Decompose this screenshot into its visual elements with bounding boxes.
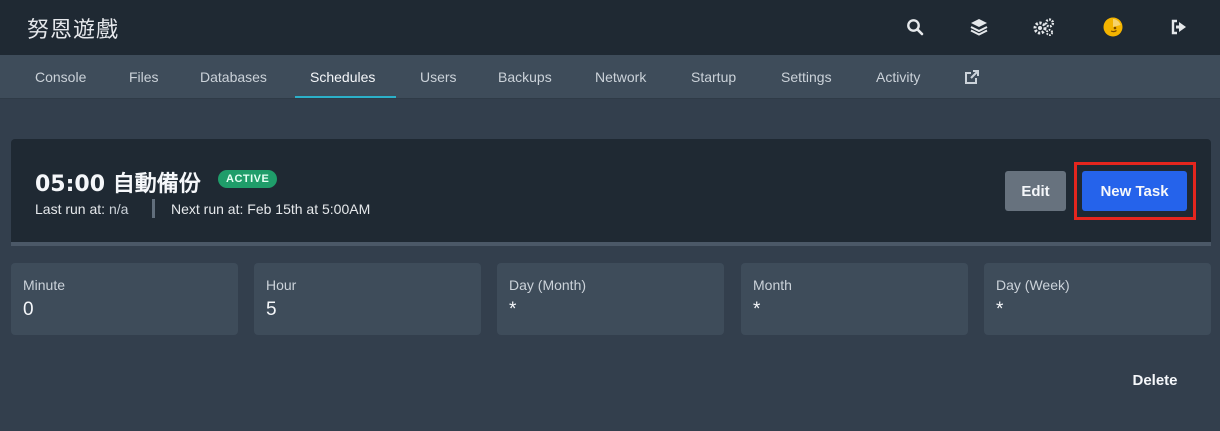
tab-databases[interactable]: Databases	[200, 55, 267, 99]
tab-network[interactable]: Network	[595, 55, 646, 99]
highlight-box	[1074, 162, 1196, 220]
cron-day-week-card: Day (Week) *	[984, 263, 1211, 335]
cron-value: *	[509, 299, 517, 320]
tab-backups[interactable]: Backups	[498, 55, 552, 99]
app-title[interactable]: 努恩遊戲	[27, 12, 119, 44]
next-run-label: Next run at:	[171, 201, 244, 217]
cron-label: Hour	[266, 277, 297, 293]
last-run-label: Last run at:	[35, 201, 106, 217]
tab-startup[interactable]: Startup	[691, 55, 736, 99]
cron-value: *	[996, 299, 1004, 320]
tab-settings[interactable]: Settings	[781, 55, 832, 99]
cron-label: Day (Week)	[996, 277, 1070, 293]
cron-value: *	[753, 299, 761, 320]
cron-month-card: Month *	[741, 263, 968, 335]
tab-files[interactable]: Files	[129, 55, 159, 99]
tab-users[interactable]: Users	[420, 55, 457, 99]
cron-hour-card: Hour 5	[254, 263, 481, 335]
cron-value: 5	[266, 299, 277, 320]
cron-minute-card: Minute 0	[11, 263, 238, 335]
schedule-title: 05:00 自動備份	[35, 172, 201, 197]
cron-value: 0	[23, 299, 34, 320]
logout-icon[interactable]	[1168, 16, 1190, 38]
last-run-value: n/a	[108, 201, 129, 217]
cron-label: Day (Month)	[509, 277, 587, 293]
tab-console[interactable]: Console	[35, 55, 86, 99]
active-tab-indicator	[295, 96, 396, 98]
cron-label: Month	[753, 277, 792, 293]
cogs-icon[interactable]	[1033, 16, 1055, 38]
status-badge: ACTIVE	[218, 170, 278, 188]
last-run-info: Last run at: n/a	[35, 201, 128, 217]
external-link-icon[interactable]	[964, 55, 980, 99]
cron-day-month-card: Day (Month) *	[497, 263, 724, 335]
edit-button[interactable]: Edit	[1005, 171, 1066, 211]
next-run-value: Feb 15th at 5:00AM	[247, 201, 371, 217]
tab-schedules[interactable]: Schedules	[310, 55, 375, 99]
layers-icon[interactable]	[968, 16, 990, 38]
delete-button[interactable]: Delete	[1126, 369, 1184, 391]
next-run-info: Next run at: Feb 15th at 5:00AM	[171, 201, 370, 217]
meta-separator	[152, 199, 155, 218]
avatar[interactable]	[1102, 16, 1124, 38]
cron-label: Minute	[23, 277, 66, 293]
schedule-card-divider	[11, 242, 1211, 246]
search-icon[interactable]	[904, 16, 926, 38]
tab-activity[interactable]: Activity	[876, 55, 920, 99]
